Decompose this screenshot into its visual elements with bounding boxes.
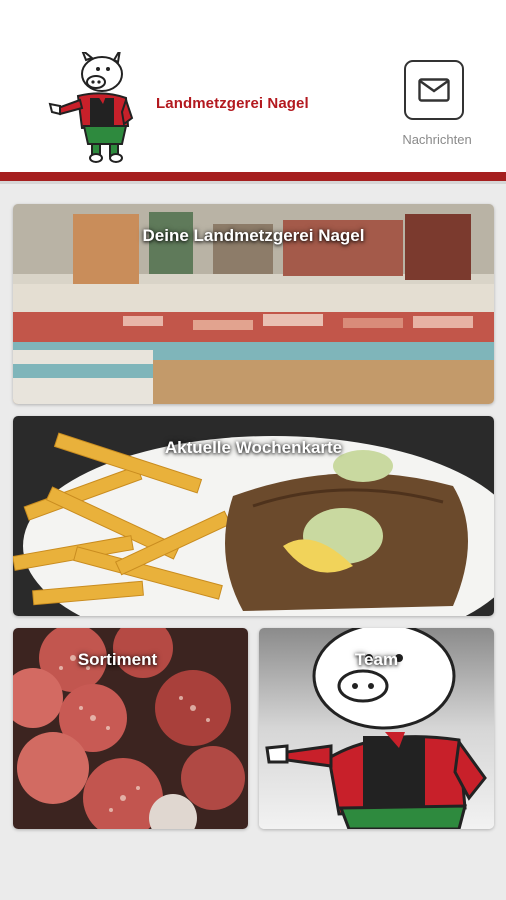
brand-name: Landmetzgerei Nagel (156, 95, 309, 112)
tile-shop-title: Deine Landmetzgerei Nagel (142, 226, 365, 245)
app-header: Landmetzgerei Nagel Nachrichten (0, 0, 506, 172)
messages-button[interactable] (404, 60, 464, 120)
tile-shop[interactable]: Deine Landmetzgerei Nagel (13, 204, 494, 404)
tile-weekly-menu-title: Aktuelle Wochenkarte (164, 438, 343, 457)
tile-weekly-menu[interactable]: Aktuelle Wochenkarte (13, 416, 494, 616)
pig-mascot-logo (48, 52, 134, 163)
envelope-icon (418, 78, 450, 102)
tile-assortment-title: Sortiment (77, 650, 158, 669)
header-divider (0, 172, 506, 181)
header-divider-shadow (0, 181, 506, 184)
tile-assortment[interactable]: Sortiment (13, 628, 248, 829)
tile-team-title: Team (354, 650, 399, 669)
messages-label[interactable]: Nachrichten (392, 132, 482, 147)
tile-team[interactable]: Team (259, 628, 494, 829)
